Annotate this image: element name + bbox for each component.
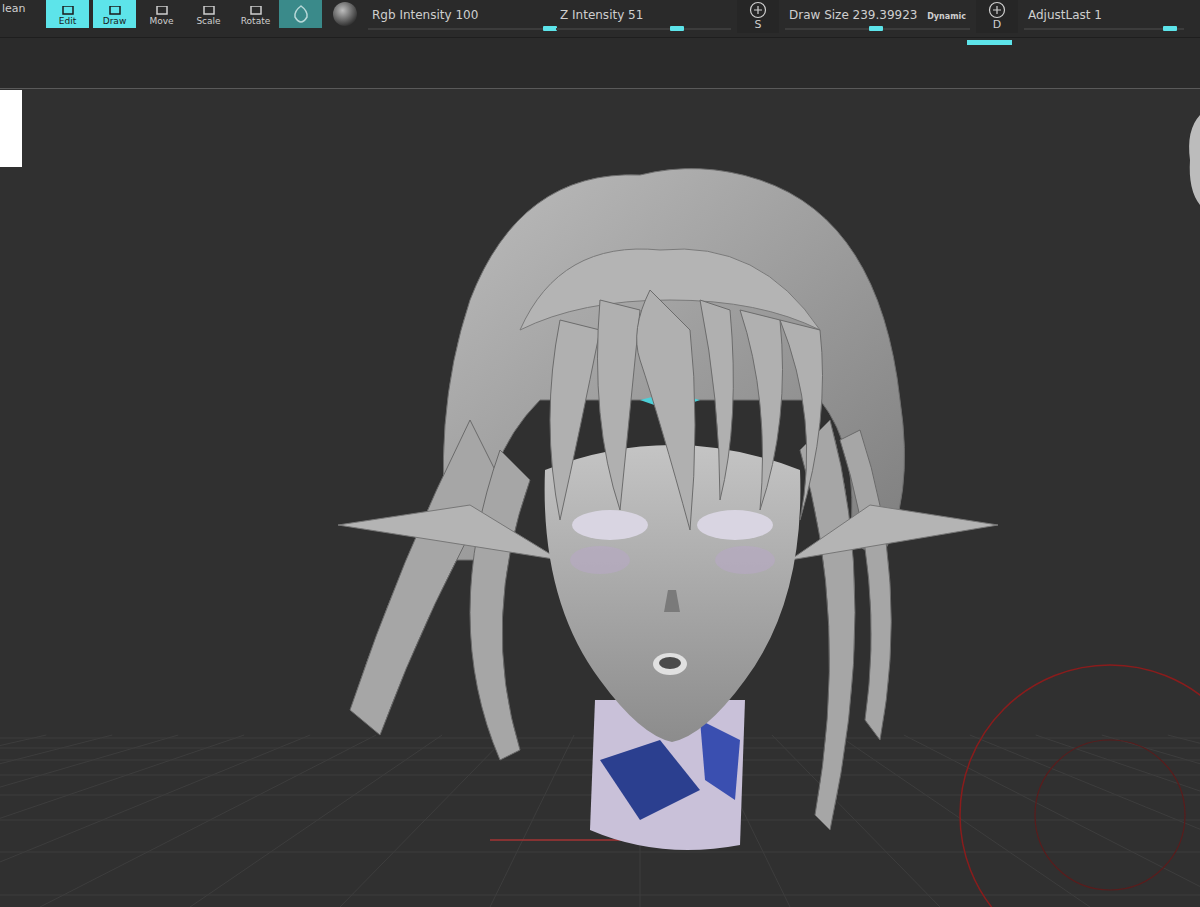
second-model[interactable] — [1189, 115, 1200, 205]
slider-track[interactable] — [1024, 28, 1184, 30]
tool-button[interactable]: Move — [140, 0, 183, 28]
slider[interactable]: Rgb Intensity 100 — [368, 0, 550, 30]
canvas-viewport[interactable] — [0, 89, 1200, 907]
slider-track[interactable] — [785, 28, 970, 30]
tool-icon — [108, 6, 122, 16]
dynamic-badge[interactable]: Dynamic — [927, 12, 970, 21]
active-indicator — [967, 40, 1012, 45]
zbrush-window: leanEditDrawMoveScaleRotate Rgb Intensity… — [0, 0, 1200, 907]
tool-icon — [249, 6, 263, 16]
material-button[interactable] — [330, 0, 360, 28]
tool-button[interactable]: Scale — [187, 0, 230, 28]
side-tab[interactable] — [0, 90, 22, 167]
tool-button[interactable]: Rotate — [234, 0, 277, 28]
slider-knob[interactable] — [670, 26, 684, 31]
tool-button[interactable]: Draw — [93, 0, 136, 28]
circle-button[interactable]: S — [737, 0, 779, 33]
tool-group: EditDrawMoveScaleRotate — [46, 0, 277, 28]
circle-button[interactable]: D — [976, 0, 1018, 33]
slider[interactable]: Z Intensity 51 — [556, 0, 731, 30]
boolean-label[interactable]: lean — [0, 0, 46, 15]
scene[interactable] — [0, 89, 1200, 907]
plus-circle-icon — [749, 1, 767, 19]
slider-track[interactable] — [556, 28, 731, 30]
tool-icon — [61, 6, 75, 16]
tool-icon — [202, 6, 216, 16]
slider-knob[interactable] — [543, 26, 557, 31]
tool-button[interactable]: Edit — [46, 0, 89, 28]
brush-button[interactable] — [279, 0, 322, 28]
slider-track[interactable] — [368, 28, 550, 30]
material-sphere-icon — [332, 1, 358, 27]
sub-toolbar — [0, 38, 1200, 89]
model-head[interactable] — [338, 169, 998, 850]
top-toolbar: leanEditDrawMoveScaleRotate Rgb Intensity… — [0, 0, 1200, 38]
slider-knob[interactable] — [1163, 26, 1177, 31]
slider[interactable]: Draw Size 239.39923Dynamic — [785, 0, 970, 30]
brush-icon — [290, 3, 312, 25]
slider-group: Rgb Intensity 100Z Intensity 51SDraw Siz… — [368, 0, 1184, 33]
plus-circle-icon — [988, 1, 1006, 19]
slider[interactable]: AdjustLast 1 — [1024, 0, 1184, 30]
navigation-gizmo[interactable] — [960, 665, 1200, 907]
slider-knob[interactable] — [869, 26, 883, 31]
mode-group — [279, 0, 360, 28]
tool-icon — [155, 6, 169, 16]
